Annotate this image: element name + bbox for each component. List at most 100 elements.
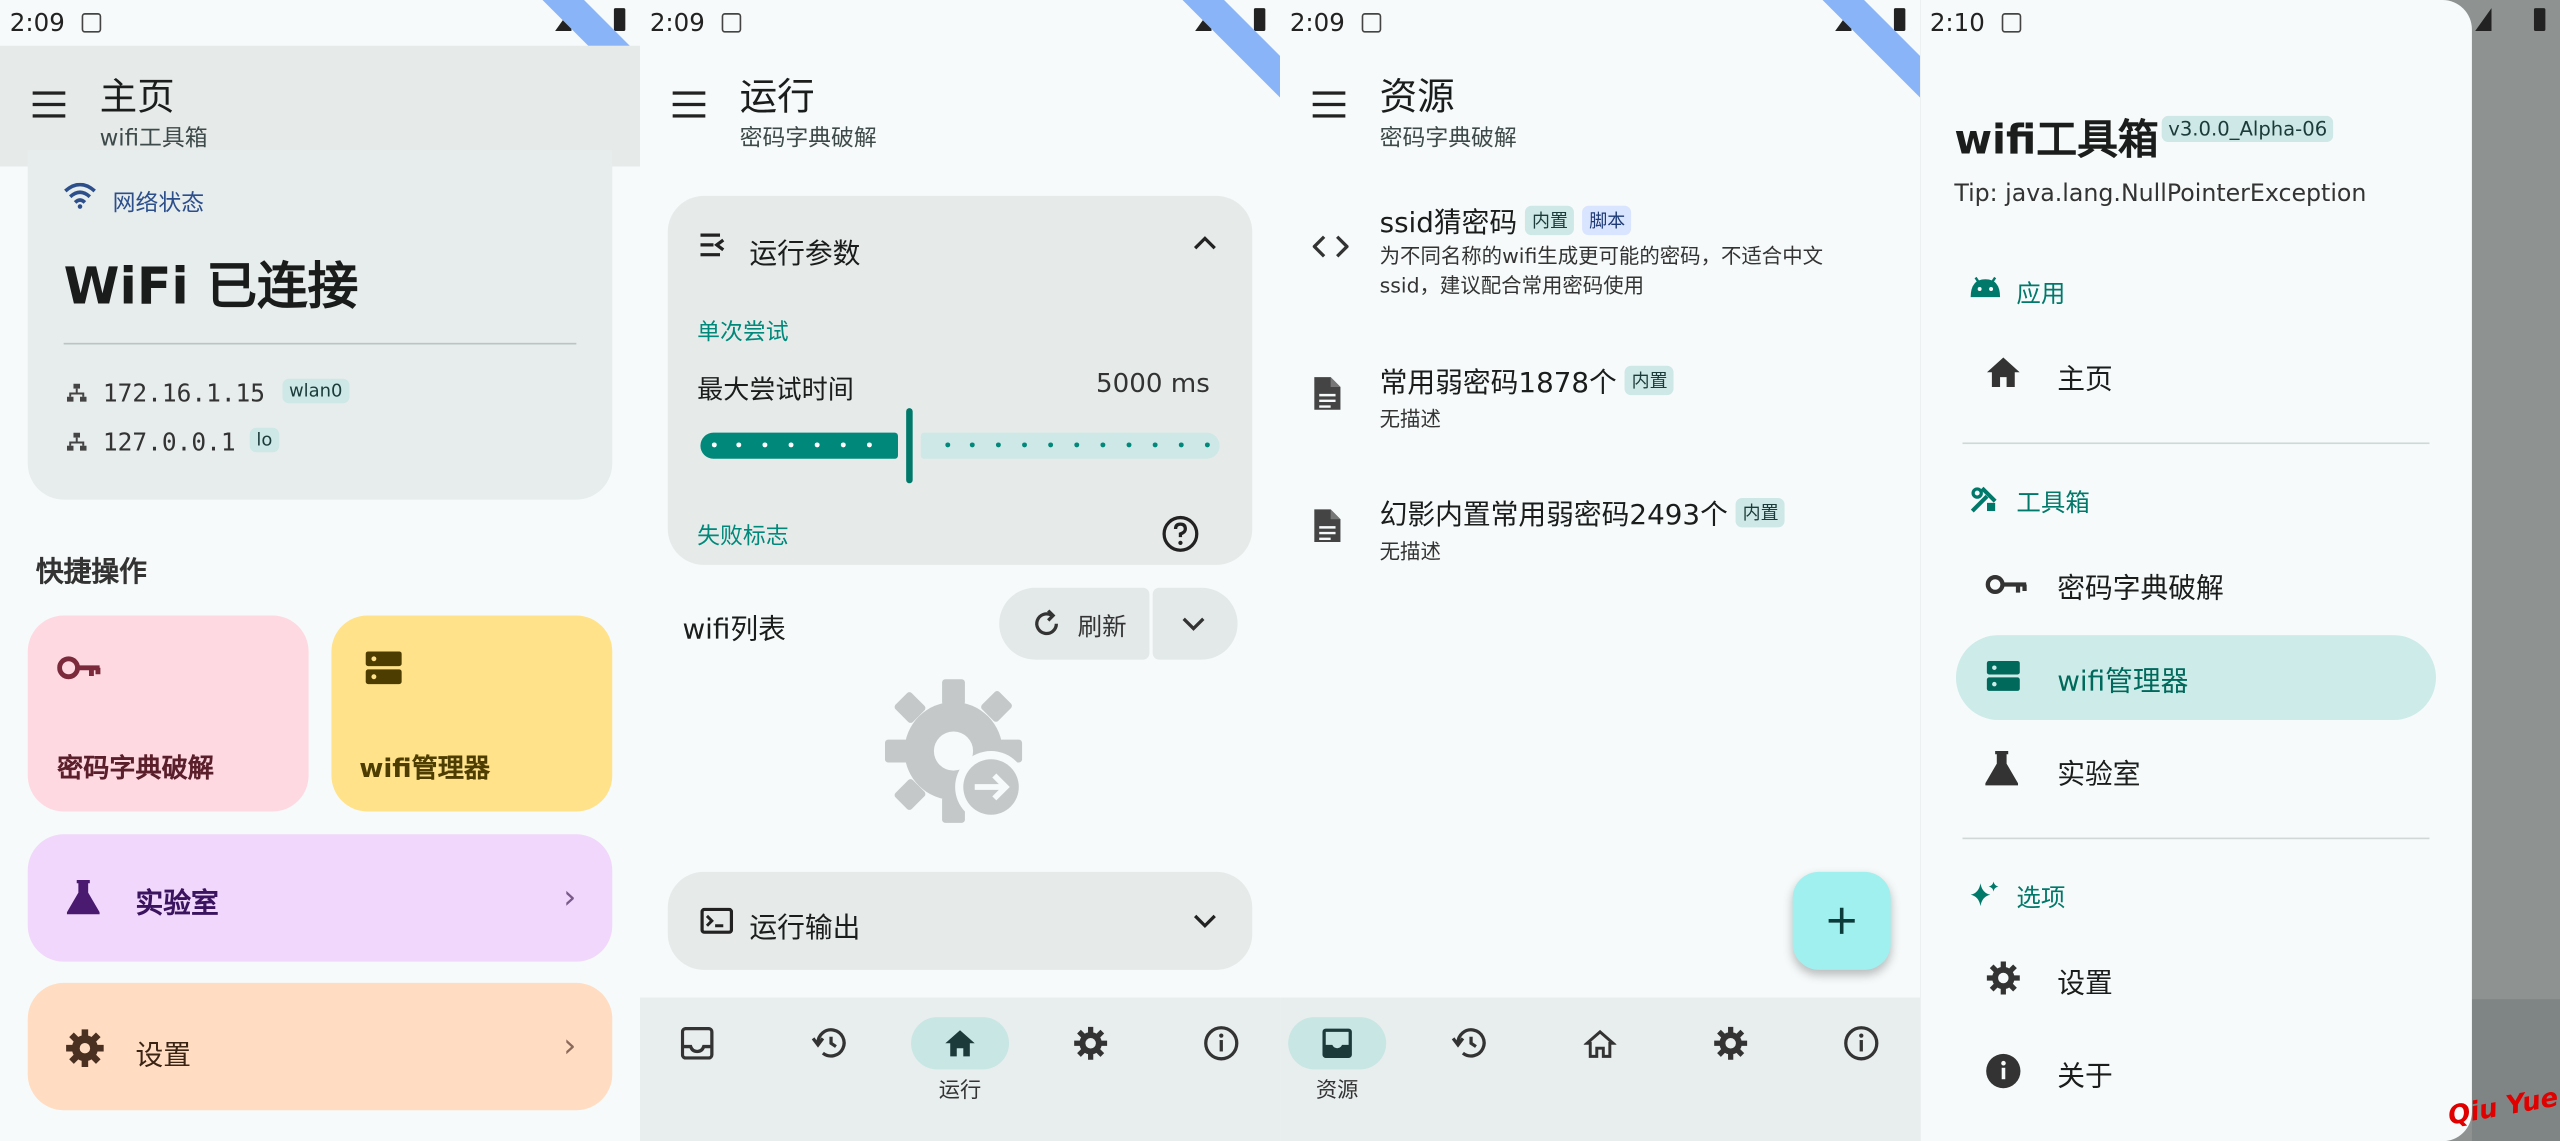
info-icon: [1812, 1017, 1910, 1069]
section-tools-label: 工具箱: [2016, 488, 2090, 518]
wifi-manager-card[interactable]: wifi管理器: [331, 615, 613, 812]
tip-text: Tip: java.lang.NullPointerException: [1954, 181, 2367, 208]
drawer-item-label: wifi管理器: [2057, 666, 2189, 699]
nav-run-label: 运行: [938, 1079, 982, 1104]
settings-label: 设置: [135, 1040, 192, 1073]
status-bar: 2:09: [1280, 0, 1921, 98]
notification-icon: [81, 13, 102, 33]
slider-tick: [814, 442, 820, 448]
chevron-up-icon[interactable]: [1193, 235, 1217, 250]
page-title: 主页: [99, 76, 175, 120]
notification-icon: [721, 13, 742, 33]
resource-item[interactable]: 幻影内置常用弱密码2493个 内置 无描述: [1280, 478, 1920, 582]
tag-builtin: 内置: [1736, 497, 1786, 527]
menu-icon[interactable]: [32, 91, 66, 118]
resource-title-row: 幻影内置常用弱密码2493个 内置: [1379, 491, 1786, 533]
status-bar: 2:09: [0, 0, 641, 98]
nav-run[interactable]: [1551, 1017, 1649, 1131]
chevron-down-icon: [1182, 617, 1205, 631]
tune-icon: [700, 233, 725, 257]
storage-icon: [1986, 660, 2020, 691]
slider-tick: [1152, 442, 1158, 448]
help-icon[interactable]: [1161, 514, 1200, 553]
bottom-nav: 运行: [640, 997, 1281, 1141]
drawer-screen: 2:10 wifi工具箱 v3.0.0_Alpha-06 Tip: java.l…: [1920, 0, 2560, 1141]
slider-tick: [1048, 442, 1054, 448]
resource-title-row: ssid猜密码 内置 脚本: [1380, 199, 1632, 240]
wifi-list-dropdown-button[interactable]: [1152, 587, 1238, 660]
nav-resources[interactable]: [648, 1017, 746, 1131]
gear-icon: [66, 1029, 104, 1067]
slider-tick: [1204, 442, 1210, 448]
drawer-item-about[interactable]: 关于: [1956, 1030, 2436, 1115]
wifi-signal-icon: [555, 8, 572, 32]
storage-icon: [365, 651, 402, 685]
battery-icon: [613, 8, 626, 32]
clock: 2:09: [1289, 8, 1345, 38]
menu-icon[interactable]: [1312, 91, 1346, 118]
drawer-item-lab[interactable]: 实验室: [1956, 728, 2436, 813]
resource-title: 幻影内置常用弱密码2493个: [1379, 499, 1728, 533]
nav-about[interactable]: [1172, 1017, 1270, 1131]
tag-builtin: 内置: [1625, 364, 1675, 395]
resource-item[interactable]: ssid猜密码 内置 脚本 为不同名称的wifi生成更可能的密码，不适合中文ss…: [1280, 186, 1920, 317]
resource-item[interactable]: 常用弱密码1878个 内置 无描述: [1280, 346, 1920, 450]
network-node-icon: [66, 383, 87, 402]
lab-card[interactable]: 实验室 ›: [27, 834, 613, 962]
divider: [1962, 442, 2430, 445]
divider: [63, 342, 577, 345]
wifi-status: WiFi 已连接: [63, 257, 359, 317]
drawer-app-title: wifi工具箱: [1954, 115, 2159, 164]
refresh-button[interactable]: 刷新: [999, 587, 1150, 660]
version-chip: v3.0.0_Alpha-06: [2161, 115, 2334, 143]
nav-resources[interactable]: 资源: [1288, 1017, 1387, 1131]
terminal-icon: [700, 907, 734, 934]
gear-icon: [1682, 1017, 1780, 1069]
history-icon: [1420, 1017, 1518, 1069]
nav-settings[interactable]: [1682, 1017, 1780, 1131]
run-params-heading: 运行参数: [749, 238, 861, 272]
menu-icon[interactable]: [672, 91, 706, 118]
slider-tick: [1178, 442, 1184, 448]
wifi-signal-icon: [1835, 8, 1852, 32]
home-screen: 2:09 主页 wifi工具箱 网络状态 WiFi 已连接 172.16.1.1…: [0, 0, 641, 1141]
settings-card[interactable]: 设置 ›: [27, 982, 613, 1111]
add-resource-fab[interactable]: [1792, 871, 1891, 970]
max-time-slider[interactable]: [700, 408, 1220, 484]
status-bar: 2:10: [1920, 0, 2472, 46]
slider-tick: [970, 442, 976, 448]
chevron-right-icon: ›: [563, 876, 577, 916]
document-icon: [1314, 377, 1341, 410]
nav-history[interactable]: [780, 1017, 878, 1131]
drawer-item-crack[interactable]: 密码字典破解: [1956, 542, 2436, 627]
max-time-value: 5000 ms: [1095, 367, 1210, 399]
run-output-panel[interactable]: 运行输出: [667, 871, 1253, 970]
app-bar: 运行 密码字典破解: [640, 46, 1280, 167]
chevron-right-icon: ›: [563, 1025, 577, 1065]
drawer-item-label: 密码字典破解: [2057, 573, 2224, 606]
drawer-item-settings[interactable]: 设置: [1956, 937, 2436, 1022]
refresh-label: 刷新: [1077, 612, 1127, 642]
notification-icon: [1361, 13, 1382, 33]
single-try-label: 单次尝试: [697, 320, 789, 347]
nav-settings[interactable]: [1042, 1017, 1140, 1131]
resources-screen: 2:09 资源 密码字典破解 ssid猜密码 内置 脚本 为不同名称的wifi生…: [1280, 0, 1921, 1141]
sparkle-icon: [1970, 881, 1999, 907]
drawer-item-home[interactable]: 主页: [1956, 333, 2436, 418]
inbox-icon: [648, 1017, 746, 1069]
drawer-item-wifi-manager[interactable]: wifi管理器: [1955, 635, 2436, 721]
nav-about[interactable]: [1812, 1017, 1910, 1131]
document-icon: [1314, 509, 1341, 543]
android-icon: [1970, 276, 2001, 298]
nav-history[interactable]: [1420, 1017, 1518, 1131]
page-title: 资源: [1379, 76, 1455, 120]
slider-ticks: [700, 433, 1219, 459]
slider-tick: [1126, 442, 1132, 448]
gear-icon: [1042, 1017, 1140, 1069]
drawer-item-label: 关于: [2057, 1061, 2113, 1094]
nav-run[interactable]: 运行: [911, 1017, 1010, 1131]
network-node-icon: [66, 432, 87, 451]
battery-icon: [1893, 8, 1906, 32]
slider-tick: [840, 442, 846, 448]
crack-card[interactable]: 密码字典破解: [27, 615, 309, 812]
